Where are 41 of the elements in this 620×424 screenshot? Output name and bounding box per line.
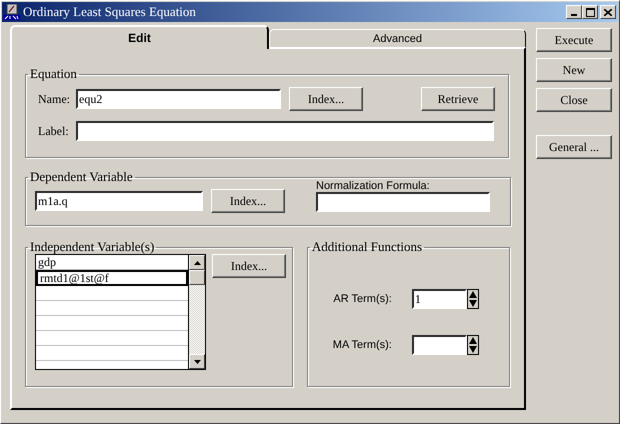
field-label: AR Term(s): xyxy=(332,293,392,305)
field-label: Name: xyxy=(38,92,71,106)
spin-arrows-icon[interactable] xyxy=(466,289,479,309)
index-button[interactable]: Index... xyxy=(289,87,363,111)
list-box[interactable]: gdp rmtd1@1st@f xyxy=(35,254,206,370)
list-item[interactable]: gdp xyxy=(36,255,188,270)
action-button[interactable]: General ... xyxy=(536,135,612,159)
input-field[interactable]: equ2 xyxy=(76,89,281,109)
down-arrow-icon xyxy=(194,360,200,364)
field-label: Normalization Formula: xyxy=(316,180,431,192)
index-button[interactable]: Index... xyxy=(211,189,285,213)
tab[interactable]: Advanced xyxy=(269,29,526,47)
tab[interactable]: Edit xyxy=(10,25,269,49)
group-title: Equation xyxy=(29,66,78,82)
spin-arrows-icon[interactable] xyxy=(466,335,479,355)
group-title: Additional Functions xyxy=(310,239,423,255)
list-item[interactable]: rmtd1@1st@f xyxy=(36,270,188,286)
input-field[interactable] xyxy=(76,121,494,141)
maximize-icon xyxy=(586,8,594,16)
scroll-thumb[interactable] xyxy=(189,270,205,285)
field-label: Label: xyxy=(38,124,70,138)
maximize-button[interactable] xyxy=(582,5,598,19)
up-arrow-icon xyxy=(194,260,200,264)
spin-field[interactable]: 1 xyxy=(412,289,467,309)
spin-field[interactable] xyxy=(412,335,467,355)
retrieve-button[interactable]: Retrieve xyxy=(421,87,495,111)
index-button[interactable]: Index... xyxy=(212,254,286,278)
field-label: MA Term(s): xyxy=(332,339,392,351)
group-title: Independent Variable(s) xyxy=(29,239,156,255)
group-title: Dependent Variable xyxy=(29,169,134,185)
action-button[interactable]: New xyxy=(536,58,612,82)
minimize-button[interactable] xyxy=(566,5,582,19)
action-button[interactable]: Execute xyxy=(536,28,612,52)
close-button[interactable] xyxy=(600,5,616,19)
close-icon xyxy=(604,8,612,16)
input-field[interactable]: m1a.q xyxy=(35,191,203,211)
window-title: Ordinary Least Squares Equation xyxy=(23,4,196,20)
scrollbar[interactable] xyxy=(188,255,205,369)
action-button[interactable]: Close xyxy=(536,88,612,112)
app-icon xyxy=(4,4,20,20)
input-field[interactable] xyxy=(316,192,490,212)
